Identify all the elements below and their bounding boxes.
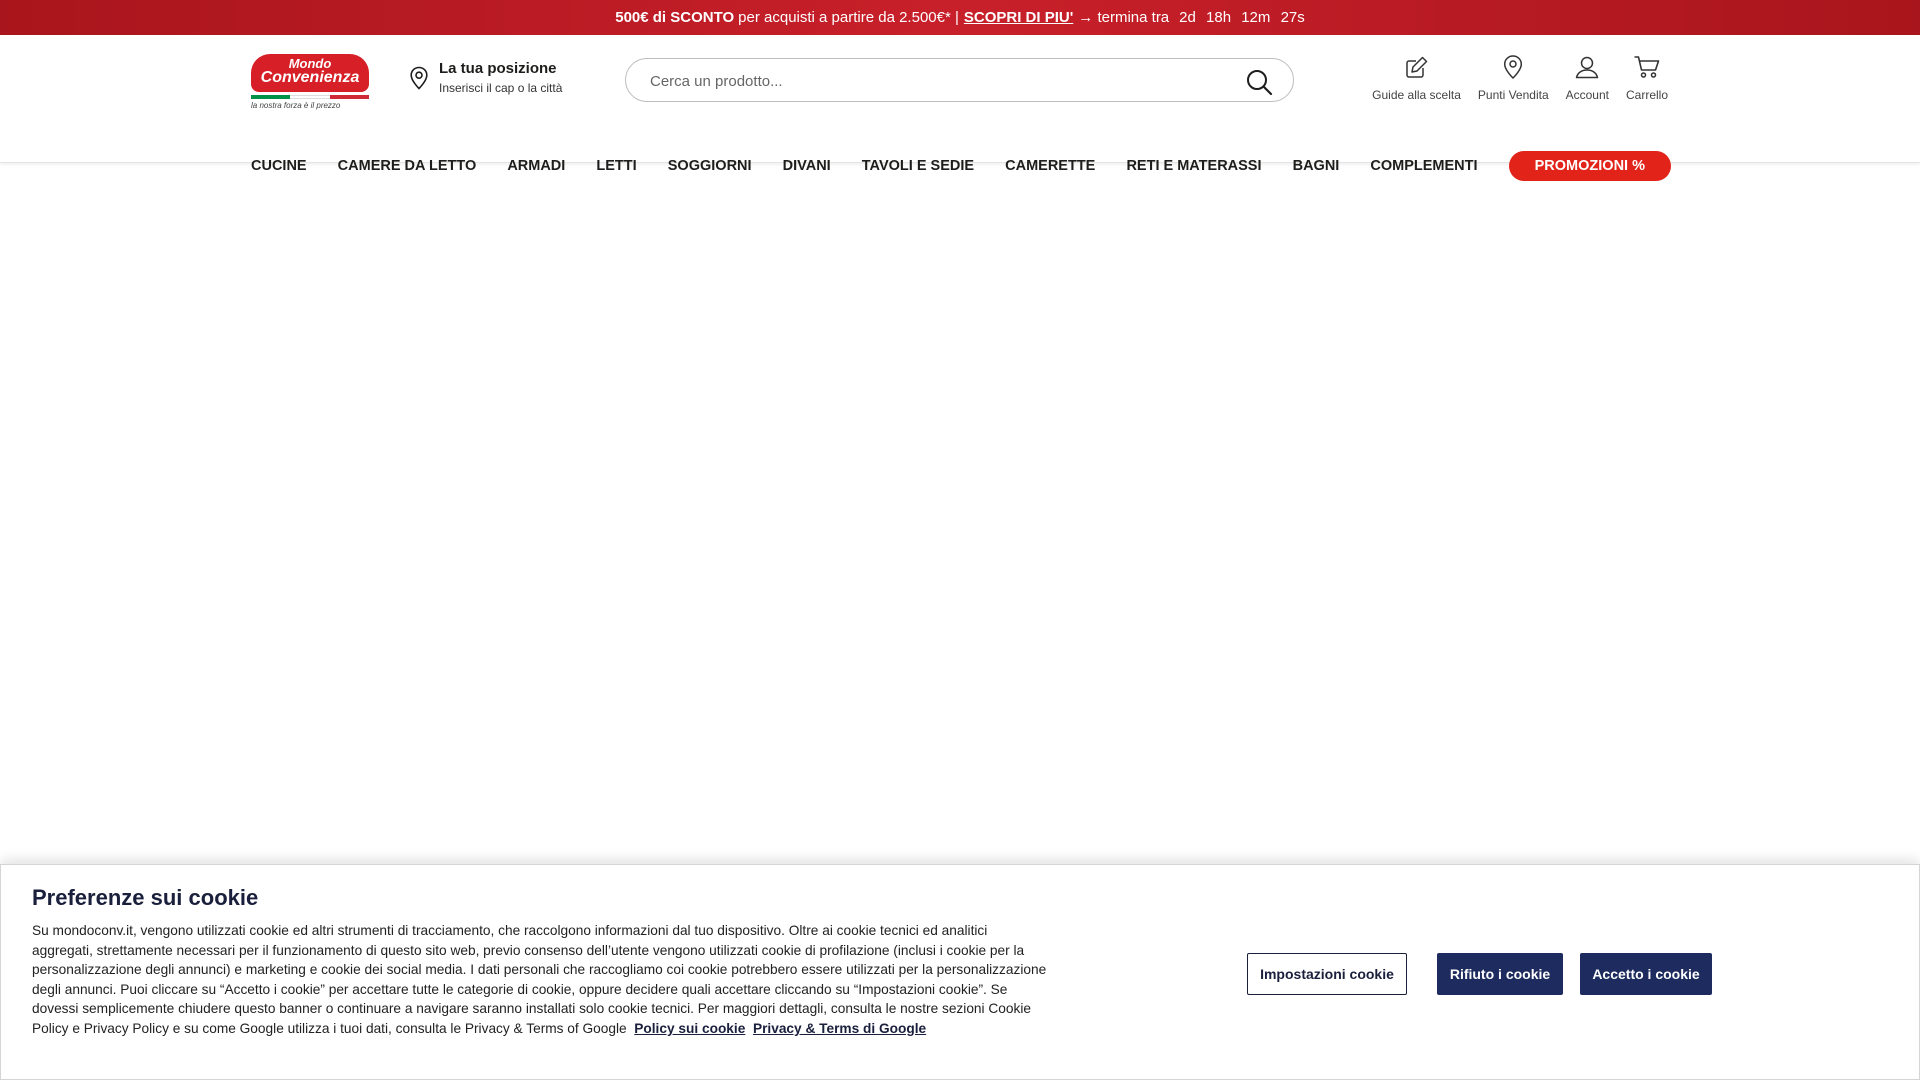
nav-item-tavoli-e-sedie[interactable]: TAVOLI E SEDIE — [862, 158, 974, 174]
map-pin-icon — [409, 66, 429, 95]
header-top: Mondo Convenienza la nostra forza è il p… — [251, 50, 1668, 112]
google-privacy-link[interactable]: Privacy & Terms di Google — [753, 1021, 926, 1036]
countdown-hours: 18h — [1206, 9, 1232, 26]
stores-label: Punti Vendita — [1477, 88, 1549, 102]
logo-badge: Mondo Convenienza — [251, 54, 369, 92]
account-link[interactable]: Account — [1566, 52, 1609, 108]
promotions-button[interactable]: PROMOZIONI % — [1508, 151, 1671, 181]
nav-item-camerette[interactable]: CAMERETTE — [1005, 158, 1095, 174]
account-label: Account — [1565, 88, 1609, 102]
nav-item-soggiorni[interactable]: SOGGIORNI — [668, 158, 752, 174]
promo-discover-link[interactable]: SCOPRI DI PIU' — [964, 9, 1073, 26]
search-bar — [625, 58, 1294, 102]
search-input[interactable] — [650, 69, 1210, 93]
countdown-minutes: 12m — [1241, 9, 1271, 26]
cookie-policy-link[interactable]: Policy sui cookie — [634, 1021, 745, 1036]
cookie-buttons: Impostazioni cookie Rifiuto i cookie Acc… — [1247, 953, 1712, 995]
logo-line-1: Mondo — [288, 56, 332, 71]
nav-item-camere-da-letto[interactable]: CAMERE DA LETTO — [338, 158, 477, 174]
site-header: Mondo Convenienza la nostra forza è il p… — [0, 35, 1920, 181]
main-nav: CUCINE CAMERE DA LETTO ARMADI LETTI SOGG… — [251, 151, 1671, 181]
header-icons: Guide alla scelta Punti Vendita Account … — [1355, 52, 1668, 108]
user-icon — [1574, 52, 1600, 82]
reject-cookies-button[interactable]: Rifiuto i cookie — [1437, 953, 1563, 995]
cart-icon — [1633, 52, 1661, 82]
cookie-body: Su mondoconv.it, vengono utilizzati cook… — [32, 923, 1047, 1036]
cookie-banner: Preferenze sui cookie Su mondoconv.it, v… — [0, 864, 1920, 1080]
guide-link[interactable]: Guide alla scelta — [1372, 52, 1461, 108]
nav-item-divani[interactable]: DIVANI — [783, 158, 831, 174]
location-subtitle: Inserisci il cap o la città — [439, 81, 563, 95]
cart-link[interactable]: Carrello — [1626, 52, 1668, 108]
pencil-square-icon — [1404, 52, 1430, 82]
cookie-title: Preferenze sui cookie — [32, 885, 259, 910]
guide-label: Guide alla scelta — [1372, 88, 1461, 102]
cookie-settings-button[interactable]: Impostazioni cookie — [1247, 953, 1407, 995]
nav-item-cucine[interactable]: CUCINE — [251, 158, 307, 174]
promo-countdown-prefix: → termina tra — [1078, 9, 1170, 26]
promo-bar: 500€ di SCONTO per acquisti a partire da… — [0, 0, 1920, 35]
main-content — [0, 163, 1920, 863]
location-selector[interactable]: La tua posizione Inserisci il cap o la c… — [409, 60, 589, 104]
cart-label: Carrello — [1625, 88, 1668, 102]
italian-flag-stripe — [251, 95, 369, 99]
location-title: La tua posizione — [439, 60, 557, 77]
promo-countdown: 2d 18h 12m 27s — [1169, 9, 1305, 26]
accept-cookies-button[interactable]: Accetto i cookie — [1580, 953, 1712, 995]
logo-line-2: Convenienza — [260, 69, 360, 86]
countdown-days: 2d — [1179, 9, 1196, 26]
nav-item-reti-e-materassi[interactable]: RETI E MATERASSI — [1126, 158, 1261, 174]
nav-item-armadi[interactable]: ARMADI — [507, 158, 565, 174]
promo-highlight: 500€ di SCONTO — [615, 9, 735, 26]
stores-link[interactable]: Punti Vendita — [1478, 52, 1549, 108]
cookie-text: Su mondoconv.it, vengono utilizzati cook… — [32, 921, 1047, 1039]
promo-text: per acquisti a partire da 2.500€* | — [738, 9, 959, 26]
map-pin-icon — [1502, 52, 1524, 82]
search-icon[interactable] — [1245, 68, 1273, 96]
countdown-seconds: 27s — [1280, 9, 1305, 26]
nav-item-letti[interactable]: LETTI — [596, 158, 636, 174]
nav-item-complementi[interactable]: COMPLEMENTI — [1370, 158, 1477, 174]
nav-item-bagni[interactable]: BAGNI — [1293, 158, 1340, 174]
logo[interactable]: Mondo Convenienza la nostra forza è il p… — [251, 54, 369, 110]
logo-tagline: la nostra forza è il prezzo — [251, 101, 341, 110]
